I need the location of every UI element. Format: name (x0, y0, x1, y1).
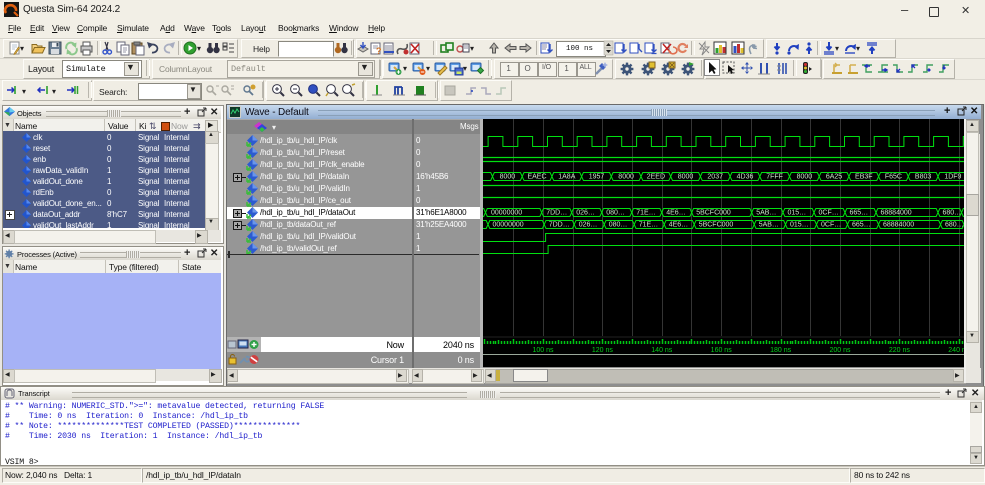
svg-text:00000000: 00000000 (491, 210, 522, 217)
svg-text:7DD…: 7DD… (546, 210, 567, 217)
svg-text:8000: 8000 (500, 174, 516, 181)
svg-text:080…: 080… (606, 210, 625, 217)
svg-text:8000: 8000 (618, 174, 634, 181)
svg-text:015…: 015… (788, 210, 807, 217)
svg-text:4E6…: 4E6… (666, 210, 685, 217)
svg-text:7FFF: 7FFF (766, 174, 783, 181)
svg-text:140 ns: 140 ns (651, 347, 673, 354)
svg-text:240 ns: 240 ns (948, 347, 964, 354)
svg-text:665…: 665… (852, 222, 871, 229)
svg-text:71E…: 71E… (636, 210, 655, 217)
svg-text:665…: 665… (850, 210, 869, 217)
svg-text:2EED: 2EED (647, 174, 665, 181)
svg-text:680…: 680… (943, 210, 962, 217)
svg-text:680…: 680… (945, 222, 964, 229)
svg-text:026…: 026… (576, 210, 595, 217)
svg-text:5BCFC000: 5BCFC000 (696, 210, 731, 217)
svg-text:200 ns: 200 ns (829, 347, 851, 354)
svg-text:220 ns: 220 ns (889, 347, 911, 354)
svg-text:F65C: F65C (885, 174, 902, 181)
svg-text:68884000: 68884000 (881, 210, 912, 217)
svg-text:7DD…: 7DD… (549, 222, 570, 229)
svg-text:080…: 080… (609, 222, 628, 229)
svg-text:026…: 026… (579, 222, 598, 229)
svg-text:5BCFC000: 5BCFC000 (699, 222, 734, 229)
svg-text:015…: 015… (790, 222, 809, 229)
svg-text:160 ns: 160 ns (711, 347, 733, 354)
svg-text:100 ns: 100 ns (532, 347, 554, 354)
svg-text:B803: B803 (915, 174, 931, 181)
svg-text:EB3F: EB3F (855, 174, 873, 181)
svg-text:6A25: 6A25 (826, 174, 842, 181)
svg-text:1DF9: 1DF9 (944, 174, 961, 181)
svg-text:?: ? (376, 46, 382, 56)
svg-text:71E…: 71E… (639, 222, 658, 229)
svg-text:4E6…: 4E6… (669, 222, 688, 229)
svg-text:1A8A: 1A8A (558, 174, 575, 181)
svg-text:120 ns: 120 ns (592, 347, 614, 354)
svg-text:5AB…: 5AB… (756, 210, 776, 217)
svg-text:EAEC: EAEC (527, 174, 546, 181)
svg-text:1957: 1957 (589, 174, 605, 181)
svg-text:0CF…: 0CF… (821, 222, 841, 229)
svg-text:00000000: 00000000 (493, 222, 524, 229)
svg-text:5AB…: 5AB… (759, 222, 779, 229)
svg-text:4D36: 4D36 (737, 174, 754, 181)
svg-text:68884000: 68884000 (883, 222, 914, 229)
svg-text:8000: 8000 (678, 174, 694, 181)
svg-text:180 ns: 180 ns (770, 347, 792, 354)
svg-text:0CF…: 0CF… (819, 210, 839, 217)
svg-text:8000: 8000 (797, 174, 813, 181)
svg-text:2037: 2037 (707, 174, 723, 181)
